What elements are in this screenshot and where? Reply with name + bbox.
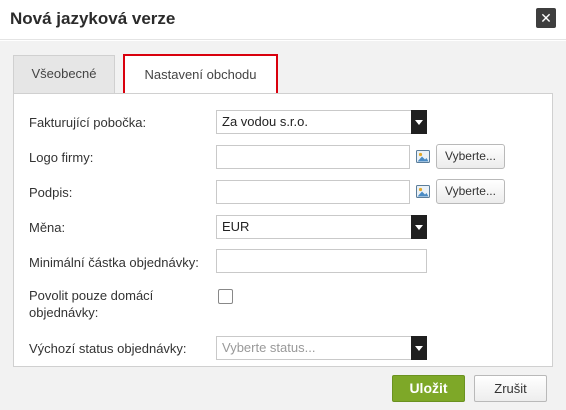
currency-select[interactable]: EUR: [216, 215, 427, 239]
signature-input[interactable]: [216, 180, 410, 204]
cancel-button[interactable]: Zrušit: [474, 375, 547, 402]
default-status-label: Výchozí status objednávky:: [29, 341, 187, 356]
signature-browse-button[interactable]: Vyberte...: [436, 179, 505, 204]
image-picker-icon[interactable]: [416, 150, 430, 163]
save-button[interactable]: Uložit: [392, 375, 465, 402]
billing-branch-value: Za vodou s.r.o.: [222, 114, 308, 129]
default-status-select[interactable]: Vyberte status...: [216, 336, 427, 360]
domestic-only-label-line2: objednávky:: [29, 305, 99, 320]
tab-general[interactable]: Všeobecné: [13, 55, 115, 93]
domestic-only-checkbox[interactable]: [218, 289, 233, 304]
tab-shop-settings[interactable]: Nastavení obchodu: [123, 54, 278, 94]
min-order-amount-label: Minimální částka objednávky:: [29, 255, 199, 270]
chevron-down-icon: [411, 336, 427, 360]
currency-label: Měna:: [29, 220, 66, 235]
signature-label: Podpis:: [29, 185, 73, 200]
chevron-down-icon: [411, 110, 427, 134]
default-status-placeholder: Vyberte status...: [222, 340, 316, 355]
dialog: Nová jazyková verze ✕ Všeobecné Nastaven…: [0, 0, 566, 410]
min-order-amount-input[interactable]: [216, 249, 427, 273]
chevron-down-icon: [411, 215, 427, 239]
dialog-header: Nová jazyková verze ✕: [0, 0, 566, 40]
close-icon: ✕: [540, 10, 552, 26]
currency-value: EUR: [222, 219, 250, 234]
domestic-only-label: Povolit pouze domácí objednávky:: [29, 287, 153, 321]
image-picker-icon[interactable]: [416, 185, 430, 198]
billing-branch-label: Fakturující pobočka:: [29, 115, 147, 130]
billing-branch-select[interactable]: Za vodou s.r.o.: [216, 110, 427, 134]
company-logo-label: Logo firmy:: [29, 150, 94, 165]
domestic-only-label-line1: Povolit pouze domácí: [29, 288, 154, 303]
company-logo-input[interactable]: [216, 145, 410, 169]
company-logo-browse-button[interactable]: Vyberte...: [436, 144, 505, 169]
dialog-title: Nová jazyková verze: [10, 9, 176, 28]
close-button[interactable]: ✕: [536, 8, 556, 28]
